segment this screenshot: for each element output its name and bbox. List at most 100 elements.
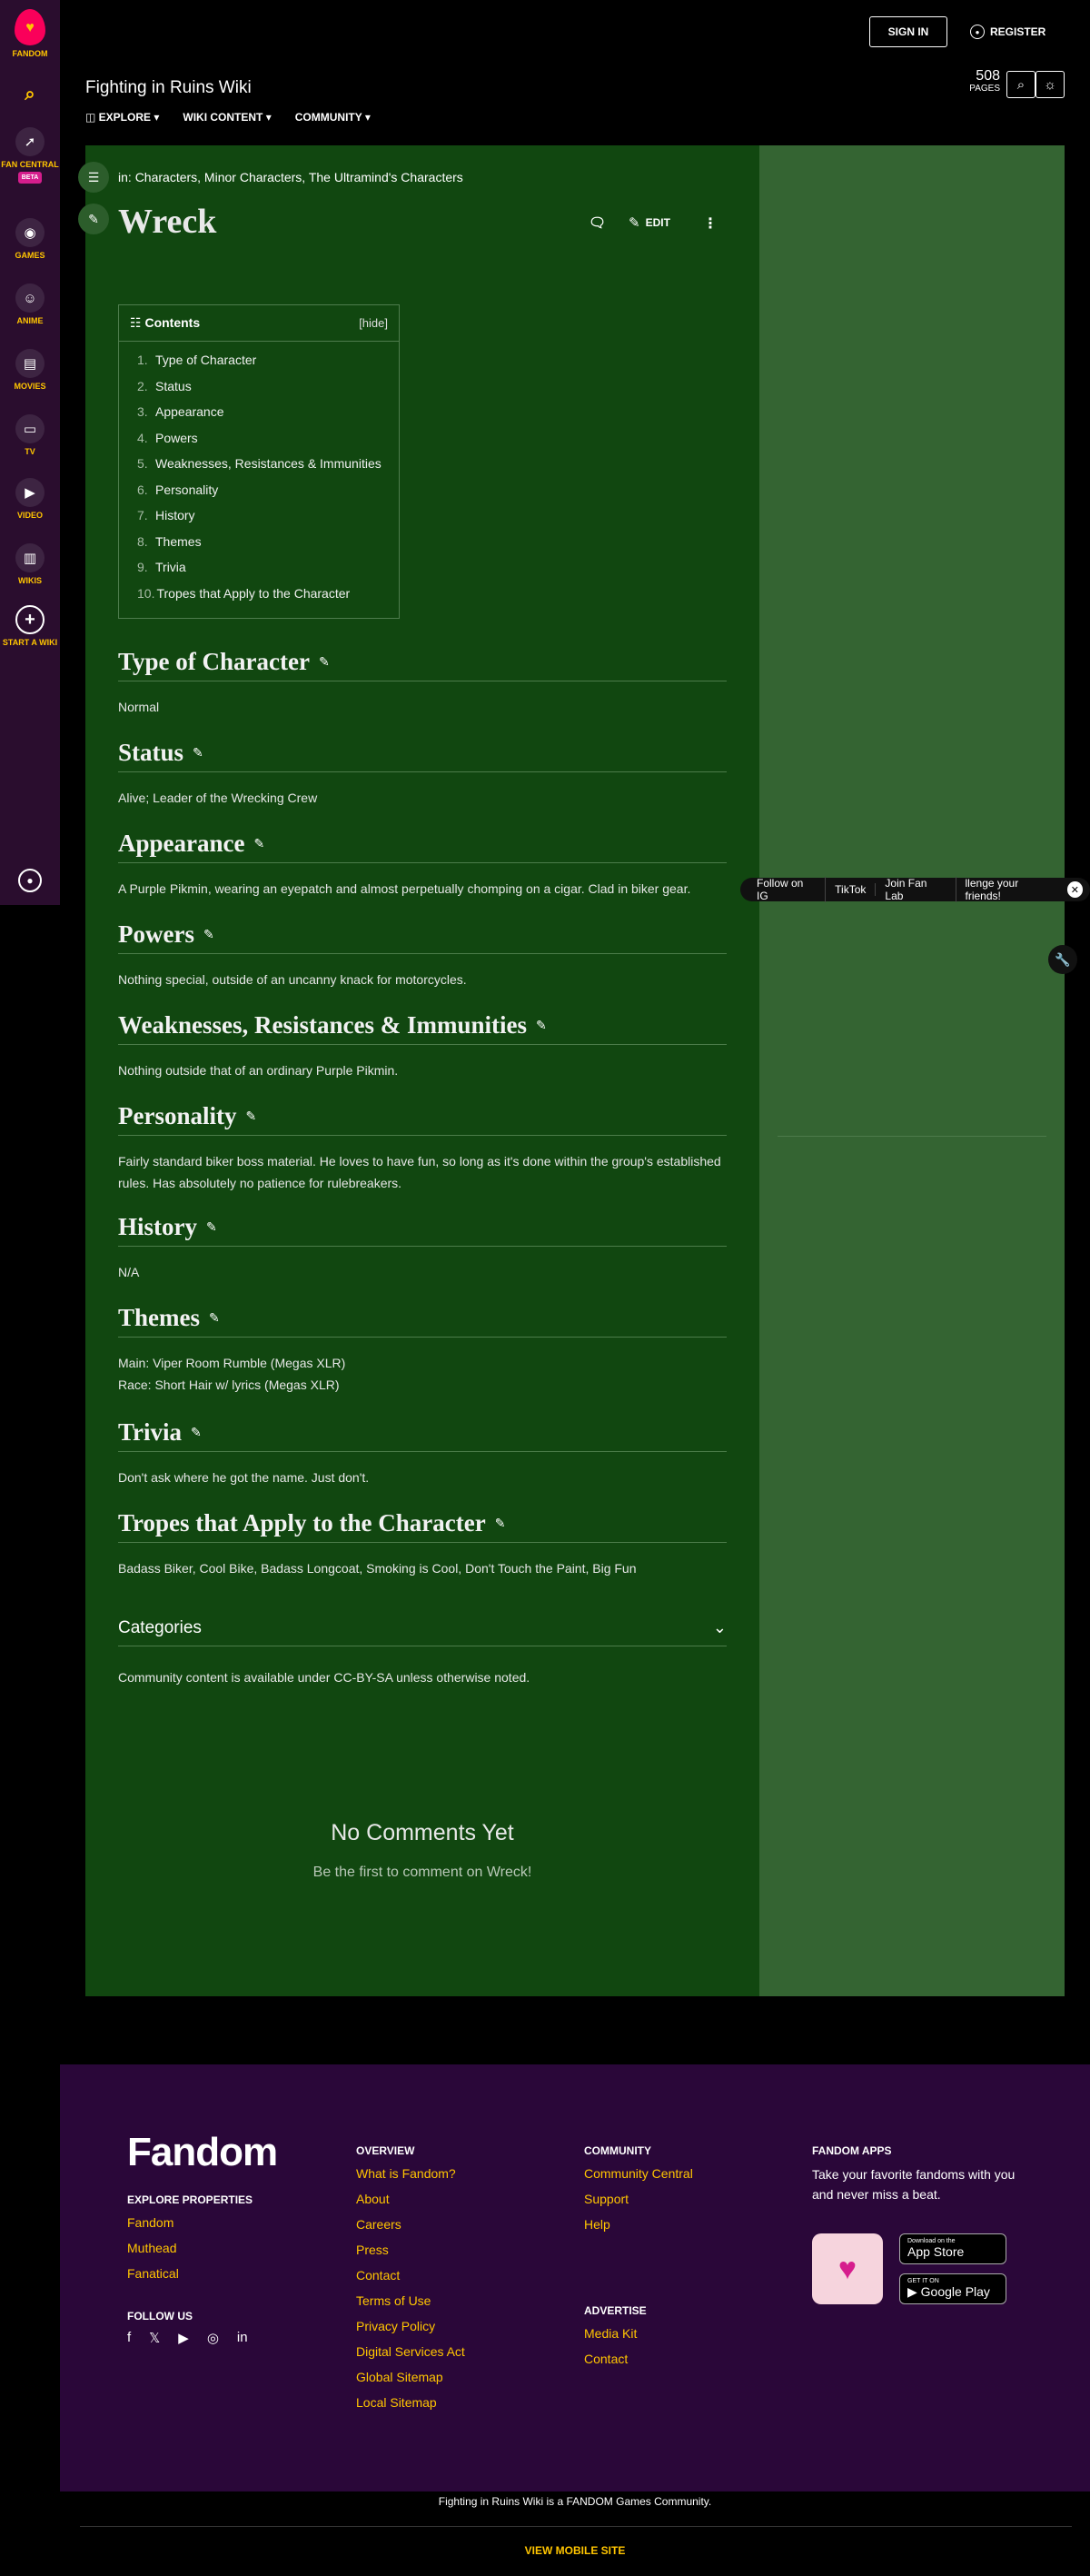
footer-link[interactable]: Terms of Use (356, 2292, 465, 2317)
footer-link[interactable]: Contact (584, 2350, 693, 2375)
footer-link[interactable]: Privacy Policy (356, 2317, 465, 2342)
pencil-icon[interactable]: ✎ (253, 837, 264, 851)
list-icon: ☰ (87, 169, 100, 184)
page-title: Wreck (118, 203, 217, 241)
pencil-icon[interactable]: ✎ (536, 1019, 547, 1033)
side-edit-button[interactable]: ✎ (78, 204, 109, 234)
footer-link[interactable]: About (356, 2190, 465, 2215)
pencil-icon: ✎ (629, 215, 640, 231)
toc-item[interactable]: 2. Status (137, 379, 399, 405)
anime-icon: ☺ (15, 283, 45, 313)
fandom-logo[interactable]: ♥ FANDOM (0, 9, 60, 59)
app-store-button[interactable]: Download on the App Store (899, 2233, 1006, 2264)
gnav-wikis[interactable]: ▥ WIKIS (0, 543, 60, 586)
footer-link[interactable]: Careers (356, 2215, 465, 2241)
footer-link[interactable]: Global Sitemap (356, 2368, 465, 2393)
comments-title: No Comments Yet (331, 1820, 514, 1845)
close-icon[interactable]: ✕ (1066, 881, 1083, 898)
toc-item[interactable]: 5. Weaknesses, Resistances & Immunities (137, 456, 399, 482)
footer-link[interactable]: Media Kit (584, 2324, 693, 2350)
twitter-icon[interactable]: 𝕏 (149, 2330, 160, 2346)
facebook-icon[interactable]: f (127, 2330, 131, 2346)
section-body: Main: Viper Room Rumble (Megas XLR) Race:… (118, 1356, 346, 1392)
kebab-icon: ⋮ (703, 216, 718, 232)
toc-item[interactable]: 9. Trivia (137, 560, 399, 586)
toc-item[interactable]: 4. Powers (137, 431, 399, 457)
toc-label: Themes (155, 533, 202, 549)
pencil-icon[interactable]: ✎ (245, 1109, 256, 1124)
toc-item[interactable]: 10. Tropes that Apply to the Character (137, 586, 399, 612)
pencil-icon[interactable]: ✎ (209, 1311, 220, 1326)
table-of-contents: ☷ Contents [hide] 1. Type of Character 2. S… (118, 304, 400, 619)
pencil-icon[interactable]: ✎ (193, 746, 203, 761)
footer-link[interactable]: What is Fandom? (356, 2164, 465, 2190)
linkedin-icon[interactable]: in (237, 2330, 248, 2346)
toc-item[interactable]: 3. Appearance (137, 404, 399, 431)
wiki-name[interactable]: Fighting in Ruins Wiki (85, 78, 252, 98)
toc-hide-link[interactable]: [hide] (359, 316, 388, 330)
promo-tiktok[interactable]: TikTok (826, 883, 877, 896)
footer-link[interactable]: Muthead (127, 2239, 253, 2264)
footer-link[interactable]: Community Central (584, 2164, 693, 2190)
license-note: Community content is available under CC-… (118, 1670, 530, 1685)
gnav-tv[interactable]: ▭ TV (0, 414, 60, 457)
toc-item[interactable]: 7. History (137, 508, 399, 534)
gnav-movies[interactable]: ▤ MOVIES (0, 349, 60, 392)
comments-empty: No Comments Yet Be the first to comment … (85, 1820, 759, 1881)
pencil-icon[interactable]: ✎ (203, 928, 214, 942)
gnav-search[interactable]: ⌕ (0, 80, 60, 113)
promo-bar: Follow on IG TikTok Join Fan Lab llenge … (740, 877, 1090, 902)
footer-link[interactable]: Fanatical (127, 2264, 253, 2290)
footer-overview: OVERVIEW What is Fandom? About Careers Pres… (356, 2144, 465, 2419)
list-icon: ☷ (130, 315, 145, 330)
footer-link[interactable]: Press (356, 2241, 465, 2266)
toc-item[interactable]: 1. Type of Character (137, 353, 399, 379)
wiki-search-button[interactable]: ⌕ (1006, 71, 1036, 98)
pencil-icon[interactable]: ✎ (319, 655, 330, 670)
pencil-icon[interactable]: ✎ (206, 1220, 217, 1235)
promo-challenge[interactable]: llenge your friends! (956, 877, 1064, 902)
section-body: Nothing special, outside of an uncanny k… (118, 972, 467, 987)
section-heading: Themes ✎ (118, 1303, 727, 1338)
footer-link[interactable]: Help (584, 2215, 693, 2241)
toc-label: Powers (155, 430, 198, 445)
fandom-app-icon[interactable]: ♥ (812, 2233, 883, 2304)
menu-explore[interactable]: ◫ EXPLORE ▾ (85, 111, 159, 124)
categories-toggle[interactable]: Categories ⌄ (118, 1610, 727, 1646)
menu-community[interactable]: COMMUNITY ▾ (295, 111, 371, 124)
footer-link[interactable]: Contact (356, 2266, 465, 2292)
more-actions-button[interactable]: ⋮ (703, 214, 718, 233)
breadcrumb-categories[interactable]: Characters, Minor Characters, The Ultram… (135, 170, 463, 184)
gnav-account[interactable]: ● (0, 869, 60, 896)
pencil-icon[interactable]: ✎ (191, 1426, 202, 1440)
gnav-fan-central[interactable]: ➚ FAN CENTRAL BETA (0, 127, 60, 184)
footer-link[interactable]: Support (584, 2190, 693, 2215)
wrench-icon[interactable]: 🔧 (1048, 945, 1077, 974)
sign-in-button[interactable]: SIGN IN (869, 16, 947, 47)
toc-item[interactable]: 8. Themes (137, 534, 399, 561)
google-play-button[interactable]: GET IT ON ▶ Google Play (899, 2273, 1006, 2304)
toc-item[interactable]: 6. Personality (137, 482, 399, 509)
gnav-anime[interactable]: ☺ ANIME (0, 283, 60, 326)
comment-button[interactable]: 🗨 (589, 214, 606, 231)
gnav-games[interactable]: ◉ GAMES (0, 218, 60, 261)
view-mobile-site-link[interactable]: VIEW MOBILE SITE (0, 2544, 1090, 2557)
youtube-icon[interactable]: ▶ (178, 2330, 189, 2346)
toc-toggle-button[interactable]: ☰ (78, 162, 109, 193)
footer-link[interactable]: Digital Services Act (356, 2342, 465, 2368)
footer-link[interactable]: Local Sitemap (356, 2393, 465, 2419)
instagram-icon[interactable]: ◎ (207, 2330, 219, 2346)
register-button[interactable]: ● REGISTER (970, 16, 1052, 47)
footer-link[interactable]: Fandom (127, 2213, 253, 2239)
gnav-video[interactable]: ▶ VIDEO (0, 478, 60, 521)
pencil-icon[interactable]: ✎ (495, 1517, 506, 1531)
menu-wiki-content[interactable]: WIKI CONTENT ▾ (183, 111, 271, 124)
gnav-start-wiki[interactable]: + START A WIKI (0, 605, 60, 648)
promo-fan-lab[interactable]: Join Fan Lab (876, 877, 956, 902)
fandom-footer-logo[interactable]: Fandom (127, 2130, 278, 2175)
edit-button[interactable]: ✎ EDIT (629, 214, 670, 231)
section-body: Don't ask where he got the name. Just do… (118, 1470, 370, 1485)
search-icon: ⌕ (1016, 76, 1026, 93)
theme-toggle-button[interactable]: ☼ (1036, 71, 1065, 98)
promo-follow-ig[interactable]: Follow on IG (748, 877, 827, 902)
